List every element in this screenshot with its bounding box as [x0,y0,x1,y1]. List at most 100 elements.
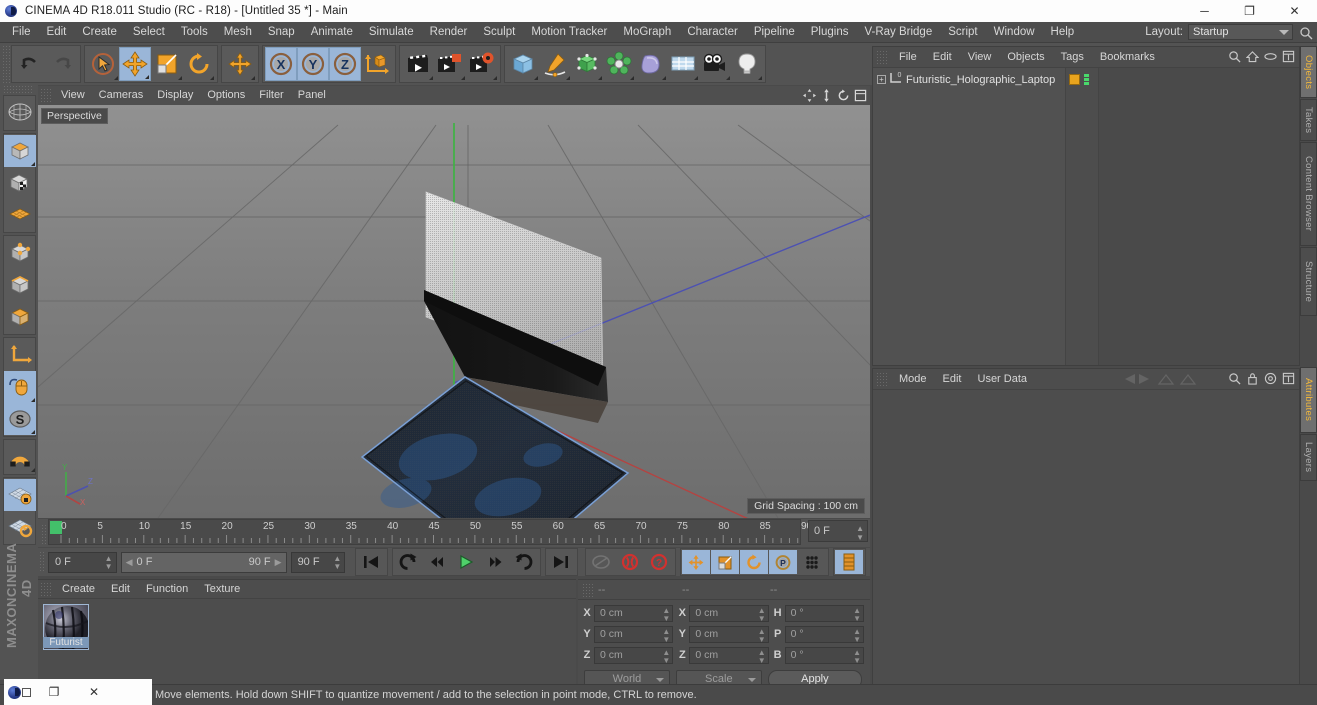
size-z-field[interactable]: 0 cm ▲ ▼ [689,646,769,664]
menu-pipeline[interactable]: Pipeline [746,22,803,43]
spinner-icon[interactable]: ▲ ▼ [853,648,861,665]
pan-icon[interactable] [802,88,816,102]
pos-x-field[interactable]: 0 cm ▲ ▼ [594,604,674,623]
menu-plugins[interactable]: Plugins [803,22,857,43]
spinner-icon[interactable]: ▲ ▼ [856,524,864,542]
record-active-objects-button[interactable] [616,550,644,574]
viewport-menu-cameras[interactable]: Cameras [92,86,151,105]
om-menu-file[interactable]: File [891,47,925,68]
phong-tag-icon[interactable] [1084,74,1091,85]
close-button[interactable]: ✕ [1272,0,1317,22]
spinner-icon[interactable]: ▲ ▼ [853,627,861,644]
live-selection-tool[interactable] [87,47,119,81]
preview-range-bar[interactable]: ◀ 0 F 90 F ▶ [120,551,287,573]
om-menu-view[interactable]: View [960,47,1000,68]
menu-script[interactable]: Script [940,22,985,43]
rot-b-field[interactable]: 0 ° ▲ ▼ [784,646,864,665]
object-name[interactable]: Futuristic_Holographic_Laptop [906,74,1055,86]
edges-mode-button[interactable] [4,269,36,301]
menu-sculpt[interactable]: Sculpt [475,22,523,43]
taskbar-restore-button[interactable]: ❐ [34,679,74,705]
end-frame-field[interactable]: 90 F ▲ ▼ [290,551,346,573]
menu-select[interactable]: Select [125,22,173,43]
camera-button[interactable] [699,47,731,81]
tab-content-browser[interactable]: Content Browser [1300,142,1317,246]
menu-file[interactable]: File [4,22,39,43]
undo-button[interactable] [14,47,46,81]
go-to-start-button[interactable] [357,550,385,574]
lock-x-axis[interactable]: X [265,47,297,81]
material-tag-icon[interactable] [1069,74,1080,85]
search-icon[interactable] [1299,26,1313,40]
tab-objects[interactable]: Objects [1300,46,1317,98]
polygons-mode-button[interactable] [4,301,36,333]
tab-structure[interactable]: Structure [1300,247,1317,316]
spinner-icon[interactable]: ▲ ▼ [662,606,670,623]
rotate-icon[interactable] [836,88,850,102]
loop-button[interactable] [510,550,538,574]
timeline-frame-field[interactable]: 0 F ▲ ▼ [808,520,868,542]
rot-h-field[interactable]: 0 ° ▲ ▼ [784,604,864,623]
range-left-arrow-icon[interactable]: ◀ [126,557,133,568]
record-scale-button[interactable] [711,550,740,574]
deformers-button[interactable] [603,47,635,81]
target-icon[interactable] [1264,372,1277,388]
material-menu-edit[interactable]: Edit [103,580,138,599]
record-points-button[interactable] [798,550,826,574]
menu-edit[interactable]: Edit [39,22,75,43]
menu-mesh[interactable]: Mesh [216,22,260,43]
floor-sky-button[interactable] [667,47,699,81]
points-mode-button[interactable] [4,237,36,269]
material-menu-function[interactable]: Function [138,580,196,599]
step-back-button[interactable] [423,550,451,574]
object-manager-body[interactable]: + 0 Futuristic_Holographic_Laptop [873,68,1299,365]
spinner-icon[interactable]: ▲ ▼ [758,606,766,623]
play-button[interactable] [452,550,480,574]
am-menu-mode[interactable]: Mode [891,369,935,390]
enable-axis-modification-button[interactable] [4,371,36,403]
size-x-field[interactable]: 0 cm ▲ ▼ [689,604,769,623]
left-toolbar-grip[interactable] [3,85,33,93]
viewport-3d[interactable]: Perspective Grid Spacing : 100 cm Y Z X [38,105,870,518]
render-region-button[interactable] [434,47,466,81]
current-frame-field[interactable]: 0 F ▲ ▼ [47,551,117,573]
pos-y-field[interactable]: 0 cm ▲ ▼ [594,625,674,643]
material-grip[interactable] [40,582,52,596]
object-tree[interactable]: + 0 Futuristic_Holographic_Laptop [873,68,1089,365]
autokey-button[interactable] [587,550,615,574]
expand-icon[interactable]: + [877,75,886,84]
menu-tools[interactable]: Tools [173,22,216,43]
environment-button[interactable] [635,47,667,81]
om-menu-bookmarks[interactable]: Bookmarks [1092,47,1163,68]
home-icon[interactable] [1245,50,1260,66]
render-settings-button[interactable] [466,47,498,81]
range-right-arrow-icon[interactable]: ▶ [275,557,282,568]
maximize-button[interactable]: ❐ [1227,0,1272,22]
taskbar-close-button[interactable]: ✕ [74,679,114,705]
viewport-menu-options[interactable]: Options [200,86,252,105]
redo-button[interactable] [46,47,78,81]
world-object-toggle[interactable] [224,47,256,81]
keyframe-selection-button[interactable]: ? [645,550,673,574]
fit-icon[interactable] [1282,372,1295,388]
om-menu-edit[interactable]: Edit [925,47,960,68]
generators-button[interactable] [571,47,603,81]
menu-animate[interactable]: Animate [303,22,361,43]
spinner-icon[interactable]: ▲ ▼ [853,606,861,623]
spinner-icon[interactable]: ▲ ▼ [105,554,113,571]
go-to-end-button[interactable] [547,550,575,574]
material-menu-texture[interactable]: Texture [196,580,248,599]
world-coordinate-toggle[interactable] [361,47,393,81]
spinner-icon[interactable]: ▲ ▼ [758,627,766,644]
primitive-cube-button[interactable] [507,47,539,81]
material-item[interactable]: Futurist [43,604,89,650]
snap-magnet-button[interactable] [4,441,36,473]
maximize-view-icon[interactable] [853,88,867,102]
menu-motion-tracker[interactable]: Motion Tracker [523,22,615,43]
pos-z-field[interactable]: 0 cm ▲ ▼ [594,646,674,664]
viewport-menu-view[interactable]: View [54,86,92,105]
transport-grip[interactable] [39,551,46,573]
rotate-tool[interactable] [183,47,215,81]
am-menu-user-data[interactable]: User Data [970,369,1036,390]
attribute-manager-grip[interactable] [876,371,888,387]
